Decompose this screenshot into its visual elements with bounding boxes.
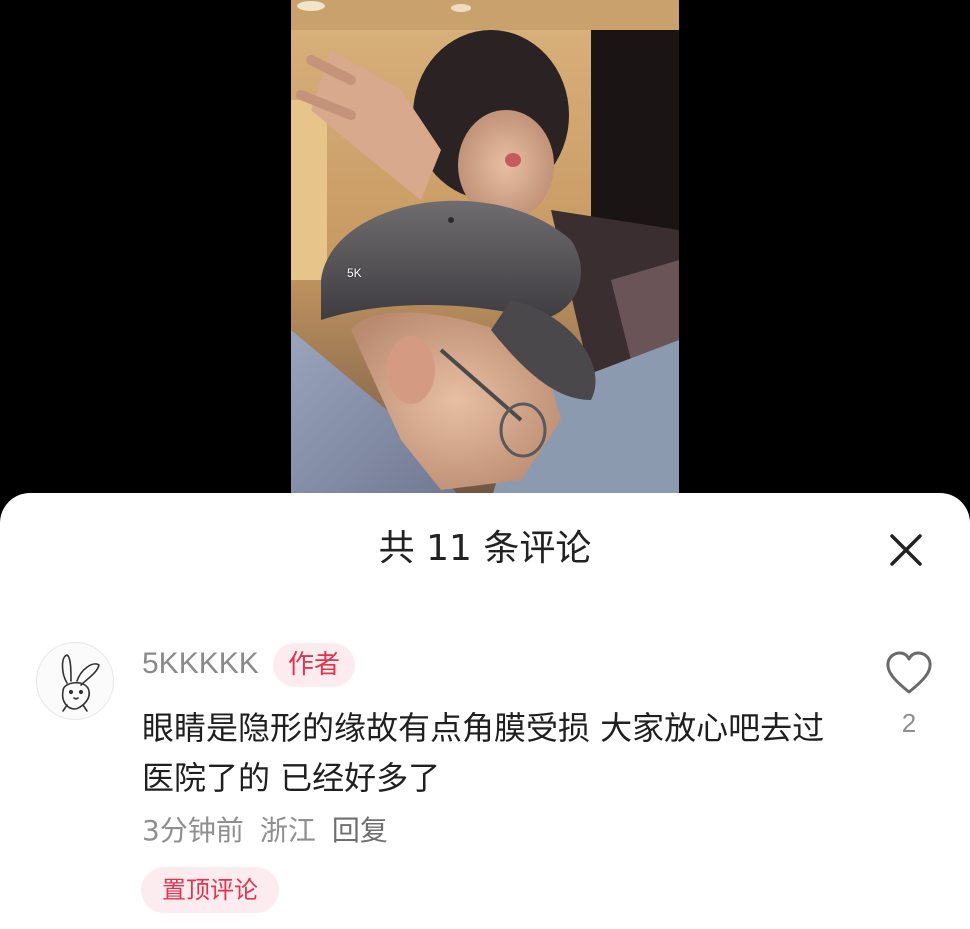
video-watermark: 5K	[347, 266, 362, 280]
rabbit-doodle-avatar-icon	[61, 654, 100, 712]
video-player[interactable]: 5K	[291, 0, 679, 500]
comment-username[interactable]: 5KKKKK	[142, 644, 259, 684]
author-badge: 作者	[273, 643, 355, 687]
comment-meta: 3分钟前 浙江 回复	[142, 812, 388, 850]
reply-button[interactable]: 回复	[332, 812, 388, 850]
heart-outline-icon	[886, 651, 932, 694]
comment-item: 5KKKKK 作者 眼睛是隐形的缘故有点角膜受损 大家放心吧去过医院了的 已经好…	[0, 630, 970, 920]
close-button[interactable]	[882, 526, 930, 574]
like-button[interactable]	[884, 650, 934, 696]
comment-text[interactable]: 眼睛是隐形的缘故有点角膜受损 大家放心吧去过医院了的 已经好多了	[142, 703, 852, 803]
comment-time: 3分钟前	[142, 814, 244, 847]
close-icon	[890, 534, 922, 566]
screen: 5K 共 11 条评论 5KKKKK 作者 眼睛是隐形的缘故有点角膜受损 大家放…	[0, 0, 970, 929]
comment-location: 浙江	[259, 814, 316, 847]
pinned-comment-badge: 置顶评论	[141, 867, 279, 913]
video-frame-image	[291, 0, 679, 500]
comments-title: 共 11 条评论	[378, 528, 592, 569]
like-count: 2	[901, 708, 917, 738]
avatar[interactable]	[36, 642, 114, 720]
